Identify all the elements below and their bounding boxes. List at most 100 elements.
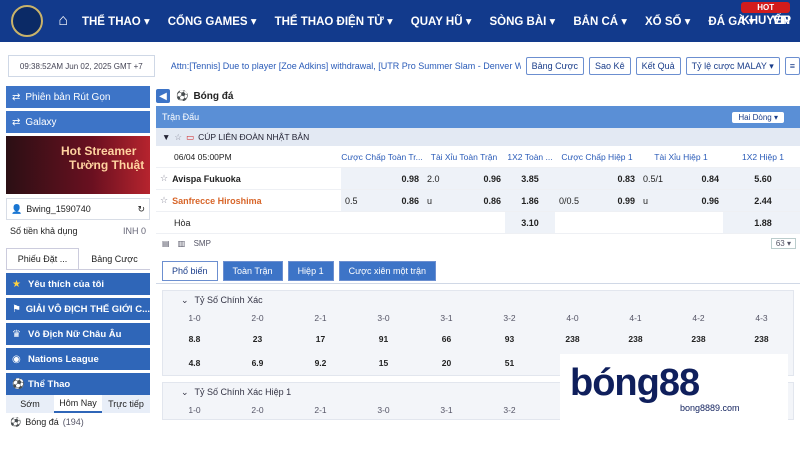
tab-popular[interactable]: Phổ biến (162, 260, 218, 281)
tab-today[interactable]: Hôm Nay (54, 395, 102, 413)
sidebar-item-womens-euro[interactable]: ♛ Vô Địch Nữ Châu Âu (6, 323, 150, 345)
balance-value: INH 0 (122, 226, 146, 236)
star-icon[interactable]: ☆ (174, 132, 182, 143)
odds-cell[interactable] (639, 212, 723, 234)
tab-bet-board[interactable]: Bảng Cược (79, 248, 150, 269)
odds-cell[interactable] (341, 212, 423, 234)
sidebar-item-label: Thể Thao (28, 378, 71, 390)
menu-icon[interactable]: ≡ (784, 57, 800, 75)
score-odds[interactable]: 66 (415, 327, 478, 351)
odds-cell[interactable] (423, 212, 505, 234)
league-header[interactable]: ▼ ☆ ▭ CÚP LIÊN ĐOÀN NHẬT BẢN (156, 128, 800, 146)
tab-full-match[interactable]: Toàn Trận (222, 260, 283, 281)
tab-same-game-parlay[interactable]: Cược xiên một trận (338, 260, 437, 281)
collapse-icon[interactable]: ⌄ (181, 295, 189, 306)
collapse-icon[interactable]: ⌄ (181, 387, 189, 398)
score-odds[interactable]: 15 (352, 351, 415, 375)
smp-link[interactable]: SMP (194, 239, 211, 248)
odds-cell[interactable]: 0/0.5 0.99 (555, 190, 639, 212)
handicap-line: 0.5/1 (643, 173, 664, 184)
section-title-text: Tỷ Số Chính Xác Hiệp 1 (194, 387, 292, 397)
two-line-toggle[interactable]: Hai Dòng ▾ (732, 111, 784, 123)
section-title: ⌄ Tỷ Số Chính Xác (163, 291, 793, 309)
chart-icon[interactable]: ▥ (178, 239, 186, 248)
back-arrow-icon[interactable]: ◀ (156, 89, 170, 103)
odds-cell-1x2[interactable]: 1.86 (505, 190, 555, 212)
more-bets-button[interactable]: 63 ▾ (770, 237, 796, 249)
star-icon[interactable]: ☆ (160, 173, 168, 184)
page-header: ◀ ⚽ Bóng đá (156, 86, 800, 106)
brand-logo: bóng88 (570, 362, 700, 404)
promo-menu-item[interactable]: KHUYẾN (741, 15, 790, 27)
news-ticker[interactable]: Attn:[Tennis] Due to player [Zoe Adkins]… (171, 61, 521, 71)
slip-tabs: Phiếu Đặt ... Bảng Cược (6, 248, 150, 270)
galaxy-label: Galaxy (25, 116, 57, 128)
score-odds[interactable]: 91 (352, 327, 415, 351)
odds-cell-1x2[interactable]: 3.85 (505, 168, 555, 190)
odds-cell-1x2[interactable]: 1.88 (723, 212, 800, 234)
stats-icon[interactable]: ▤ (162, 239, 170, 248)
odds-cell[interactable]: 0.5/1 0.84 (639, 168, 723, 190)
bet-list-button[interactable]: Bảng Cược (525, 57, 585, 75)
sidebar-item-world-cup[interactable]: ⚑ GIẢI VÔ ĐỊCH THẾ GIỚI C... (6, 298, 150, 320)
tab-bet-slip[interactable]: Phiếu Đặt ... (6, 248, 79, 269)
team-name: ☆ Sanfrecce Hiroshima (156, 190, 341, 212)
nav-item[interactable]: XỔ SỐ ▾ (636, 14, 699, 28)
nav-item[interactable]: CỔNG GAMES ▾ (159, 14, 266, 28)
streamer-banner[interactable]: Hot Streamer Tường Thuật (6, 136, 150, 194)
score-odds[interactable]: 238 (541, 327, 604, 351)
sport-item-soccer[interactable]: ⚽ Bóng đá (194) (6, 413, 150, 431)
score-odds[interactable]: 8.8 (163, 327, 226, 351)
tab-first-half[interactable]: Hiệp 1 (287, 260, 334, 281)
compact-version-button[interactable]: ⇄ Phiên bản Rút Gọn (6, 86, 150, 108)
sidebar-item-nations-league[interactable]: ◉ Nations League (6, 348, 150, 370)
score-odds[interactable]: 51 (478, 351, 541, 375)
nav-item[interactable]: BẮN CÁ ▾ (564, 14, 636, 28)
team-label: Avispa Fukuoka (172, 173, 241, 184)
odds-cell-1x2[interactable]: 2.44 (723, 190, 800, 212)
nav-item[interactable]: QUAY HŨ ▾ (402, 14, 481, 28)
score-odds[interactable]: 93 (478, 327, 541, 351)
sidebar: ⇄ Phiên bản Rút Gọn ⇄ Galaxy Hot Streamer … (6, 86, 150, 450)
collapse-icon[interactable]: ▼ (162, 132, 170, 142)
score-odds[interactable]: 238 (667, 327, 730, 351)
odds-cell[interactable]: 2.0 0.96 (423, 168, 505, 190)
score-odds[interactable]: 238 (604, 327, 667, 351)
match-time: 06/04 05:00PM (156, 146, 341, 168)
score-odds[interactable]: 4.8 (163, 351, 226, 375)
score-odds[interactable]: 23 (226, 327, 289, 351)
odds-type-select[interactable]: Tỷ lệ cược MALAY ▾ (685, 57, 780, 75)
score-odds[interactable]: 6.9 (226, 351, 289, 375)
score-odds[interactable]: 17 (289, 327, 352, 351)
odds-cell[interactable]: u 0.86 (423, 190, 505, 212)
galaxy-button[interactable]: ⇄ Galaxy (6, 111, 150, 133)
statement-button[interactable]: Sao Kê (589, 57, 631, 75)
flag-icon: ▭ (186, 131, 195, 142)
handicap-line: 0/0.5 (559, 195, 580, 206)
odds-cell[interactable]: u 0.96 (639, 190, 723, 212)
result-button[interactable]: Kết Quả (635, 57, 681, 75)
nav-item[interactable]: THỂ THAO ĐIỆN TỬ ▾ (266, 14, 402, 28)
score-odds[interactable]: 9.2 (289, 351, 352, 375)
top-navigation: ⌂ THỂ THAO ▾ CỔNG GAMES ▾ THỂ THAO ĐIỆN TỬ… (0, 0, 800, 42)
tab-live[interactable]: Trực tiếp (102, 395, 150, 413)
odds-cell[interactable]: 0.5 0.86 (341, 190, 423, 212)
hot-promo[interactable]: HOT KHUYẾN (741, 2, 790, 27)
odds-cell-1x2[interactable]: 5.60 (723, 168, 800, 190)
star-icon[interactable]: ☆ (160, 195, 168, 206)
odds-cell[interactable]: 0.83 (555, 168, 639, 190)
score-odds[interactable]: 20 (415, 351, 478, 375)
home-icon[interactable]: ⌂ (53, 12, 73, 30)
nav-item[interactable]: THỂ THAO ▾ (73, 14, 159, 28)
odds-cell-1x2[interactable]: 3.10 (505, 212, 555, 234)
sidebar-item-favorites[interactable]: ★ Yêu thích của tôi (6, 273, 150, 295)
score-odds[interactable]: 238 (730, 327, 793, 351)
time-tabs: Sớm Hôm Nay Trực tiếp (6, 395, 150, 413)
odds-cell[interactable] (555, 212, 639, 234)
refresh-icon[interactable]: ↻ (137, 204, 145, 215)
tab-early[interactable]: Sớm (6, 395, 54, 413)
site-logo[interactable] (0, 0, 53, 42)
odds-cell[interactable]: 0.98 (341, 168, 423, 190)
sidebar-item-sports[interactable]: ⚽ Thể Thao (6, 373, 150, 395)
nav-item[interactable]: SÒNG BÀI ▾ (480, 14, 564, 28)
